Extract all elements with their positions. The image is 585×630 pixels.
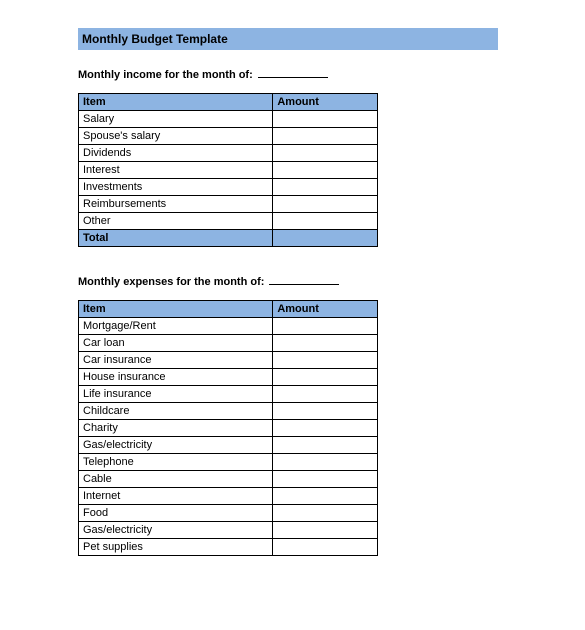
income-header-amount: Amount <box>273 94 378 111</box>
table-row: Telephone <box>79 454 378 471</box>
cell-item: Salary <box>79 111 273 128</box>
cell-amount <box>273 403 378 420</box>
table-row: Gas/electricity <box>79 437 378 454</box>
table-row: Childcare <box>79 403 378 420</box>
cell-amount <box>273 196 378 213</box>
cell-item: Pet supplies <box>79 539 273 556</box>
income-month-blank <box>258 68 328 78</box>
expenses-month-blank <box>269 275 339 285</box>
expenses-tbody: Mortgage/Rent Car loan Car insurance Hou… <box>79 318 378 556</box>
cell-item: Interest <box>79 162 273 179</box>
cell-amount <box>273 318 378 335</box>
expenses-header-item: Item <box>79 301 273 318</box>
table-row: Mortgage/Rent <box>79 318 378 335</box>
income-total-label: Total <box>79 230 273 247</box>
income-table: Item Amount Salary Spouse's salary Divid… <box>78 93 378 247</box>
cell-item: Gas/electricity <box>79 437 273 454</box>
cell-amount <box>273 179 378 196</box>
table-row: Gas/electricity <box>79 522 378 539</box>
cell-amount <box>273 145 378 162</box>
cell-item: Mortgage/Rent <box>79 318 273 335</box>
table-row: Cable <box>79 471 378 488</box>
cell-item: Investments <box>79 179 273 196</box>
expenses-header-row: Item Amount <box>79 301 378 318</box>
cell-amount <box>273 488 378 505</box>
table-row: Car insurance <box>79 352 378 369</box>
cell-amount <box>273 335 378 352</box>
table-row: Spouse's salary <box>79 128 378 145</box>
cell-item: Reimbursements <box>79 196 273 213</box>
cell-amount <box>273 522 378 539</box>
cell-amount <box>273 454 378 471</box>
table-row: Car loan <box>79 335 378 352</box>
table-row: Interest <box>79 162 378 179</box>
document-title-bar: Monthly Budget Template <box>78 28 498 50</box>
cell-amount <box>273 437 378 454</box>
cell-amount <box>273 369 378 386</box>
table-row: Pet supplies <box>79 539 378 556</box>
table-row: Food <box>79 505 378 522</box>
cell-item: Spouse's salary <box>79 128 273 145</box>
table-row: Life insurance <box>79 386 378 403</box>
cell-amount <box>273 352 378 369</box>
cell-item: Charity <box>79 420 273 437</box>
cell-item: Food <box>79 505 273 522</box>
table-row: Investments <box>79 179 378 196</box>
cell-item: Gas/electricity <box>79 522 273 539</box>
income-total-amount <box>273 230 378 247</box>
cell-item: Car loan <box>79 335 273 352</box>
table-row: Other <box>79 213 378 230</box>
cell-amount <box>273 111 378 128</box>
cell-item: Internet <box>79 488 273 505</box>
table-row: Charity <box>79 420 378 437</box>
table-row: Dividends <box>79 145 378 162</box>
expenses-table: Item Amount Mortgage/Rent Car loan Car i… <box>78 300 378 556</box>
income-header-row: Item Amount <box>79 94 378 111</box>
cell-item: Car insurance <box>79 352 273 369</box>
cell-amount <box>273 128 378 145</box>
cell-amount <box>273 539 378 556</box>
expenses-heading: Monthly expenses for the month of: <box>78 275 585 288</box>
cell-item: House insurance <box>79 369 273 386</box>
cell-amount <box>273 162 378 179</box>
cell-item: Cable <box>79 471 273 488</box>
cell-amount <box>273 420 378 437</box>
table-row: Internet <box>79 488 378 505</box>
income-tbody: Salary Spouse's salary Dividends Interes… <box>79 111 378 247</box>
expenses-header-amount: Amount <box>273 301 378 318</box>
income-heading: Monthly income for the month of: <box>78 68 585 81</box>
cell-item: Dividends <box>79 145 273 162</box>
income-total-row: Total <box>79 230 378 247</box>
cell-item: Life insurance <box>79 386 273 403</box>
cell-amount <box>273 471 378 488</box>
cell-item: Other <box>79 213 273 230</box>
cell-amount <box>273 386 378 403</box>
document-title: Monthly Budget Template <box>82 32 228 46</box>
cell-amount <box>273 213 378 230</box>
table-row: House insurance <box>79 369 378 386</box>
income-header-item: Item <box>79 94 273 111</box>
table-row: Reimbursements <box>79 196 378 213</box>
cell-amount <box>273 505 378 522</box>
table-row: Salary <box>79 111 378 128</box>
cell-item: Childcare <box>79 403 273 420</box>
income-heading-text: Monthly income for the month of: <box>78 69 253 81</box>
cell-item: Telephone <box>79 454 273 471</box>
expenses-heading-text: Monthly expenses for the month of: <box>78 276 264 288</box>
